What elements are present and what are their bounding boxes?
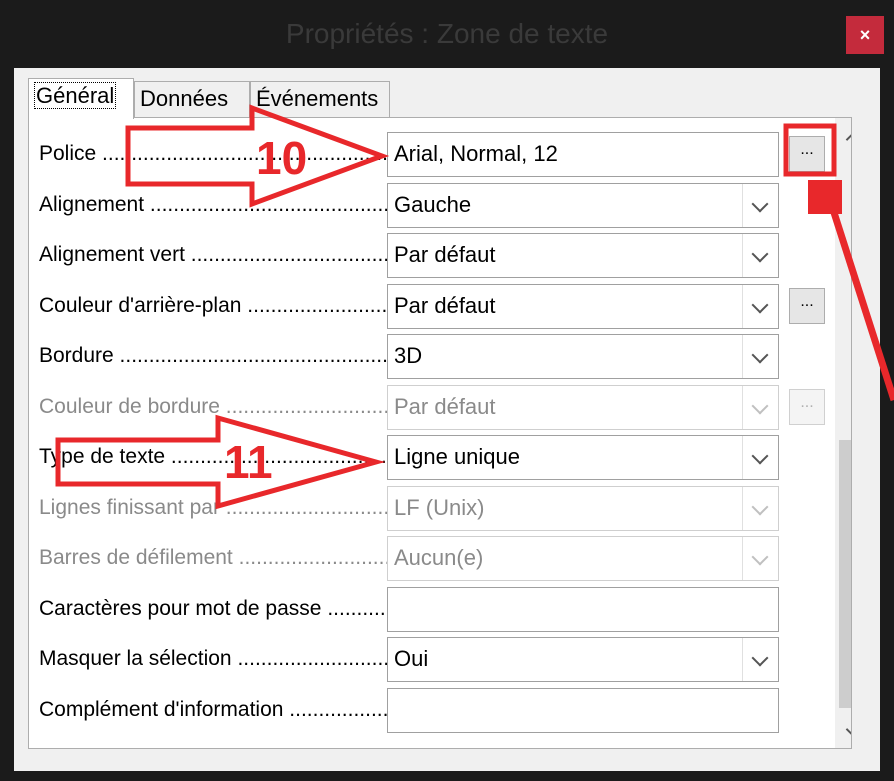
property-label: Lignes finissant par: [39, 496, 397, 526]
property-dropdown: Par défaut: [387, 384, 779, 430]
property-label: Alignement: [39, 193, 397, 223]
tab-evenements-label: Événements: [256, 86, 379, 111]
ellipsis-button: ...: [789, 388, 825, 425]
property-text-input[interactable]: Arial, Normal, 12: [387, 132, 779, 177]
property-label: Bordure: [39, 344, 397, 374]
property-row-couleur-d-arriere-plan: Couleur d'arrière-planPar défaut...: [29, 283, 829, 332]
scrollbar-thumb[interactable]: [839, 440, 851, 708]
property-row-couleur-de-bordure: Couleur de bordurePar défaut...: [29, 384, 829, 433]
property-value: Aucun(e): [394, 545, 484, 570]
dropdown-button[interactable]: [742, 638, 778, 681]
chevron-down-icon: [751, 245, 769, 263]
property-value: Oui: [394, 646, 429, 671]
chevron-down-icon: [751, 195, 769, 212]
property-row-alignement-vert: Alignement vertPar défaut: [29, 233, 829, 281]
property-dropdown[interactable]: Ligne unique: [387, 435, 779, 480]
dropdown-button: [742, 537, 778, 580]
tab-general[interactable]: Général: [28, 78, 134, 119]
dropdown-button[interactable]: [742, 335, 778, 378]
dropdown-button: [742, 385, 778, 429]
property-label: Police: [39, 142, 397, 172]
property-dropdown[interactable]: Gauche: [387, 182, 779, 228]
property-dropdown[interactable]: 3D: [387, 334, 779, 379]
property-label: Couleur d'arrière-plan: [39, 294, 397, 324]
property-row-barres-de-defilement: Barres de défilementAucun(e): [29, 536, 829, 584]
scroll-down-button[interactable]: [835, 714, 851, 748]
property-label: Masquer la sélection: [39, 647, 397, 677]
close-button[interactable]: ×: [846, 16, 884, 54]
property-value: Par défaut: [394, 393, 496, 419]
property-row-complement-d-information: Complément d'information: [29, 687, 829, 736]
property-label: Couleur de bordure: [39, 395, 397, 425]
scroll-up-button[interactable]: [835, 118, 851, 154]
property-row-lignes-finissant-par: Lignes finissant parLF (Unix): [29, 485, 829, 534]
property-dropdown: LF (Unix): [387, 485, 779, 531]
property-value: Ligne unique: [394, 444, 521, 469]
chevron-down-icon: [751, 447, 769, 465]
chevron-down-icon: [751, 498, 769, 515]
dropdown-button[interactable]: [742, 183, 778, 227]
property-value: LF (Unix): [394, 494, 485, 520]
chevron-down-icon: [751, 548, 769, 566]
property-row-bordure: Bordure3D: [29, 334, 829, 382]
dropdown-button[interactable]: [742, 234, 778, 277]
chevron-down-icon: [751, 397, 769, 414]
property-text-input[interactable]: [387, 586, 779, 632]
ellipsis-button[interactable]: ...: [789, 136, 825, 172]
vertical-scrollbar[interactable]: [835, 118, 851, 748]
properties-dialog: Propriétés : Zone de texte × Général Don…: [0, 0, 894, 781]
property-row-police: PoliceArial, Normal, 12...: [29, 132, 829, 180]
property-row-type-de-texte: Type de texteLigne unique: [29, 435, 829, 483]
dialog-body: Général Données Événements PoliceArial, …: [14, 68, 880, 771]
property-label: Complément d'information: [39, 698, 397, 728]
tab-donnees-label: Données: [140, 86, 229, 111]
property-dropdown: Aucun(e): [387, 536, 779, 581]
property-label: Type de texte: [39, 445, 397, 475]
property-value: Gauche: [394, 191, 472, 217]
ellipsis-button[interactable]: ...: [789, 287, 825, 324]
dropdown-button[interactable]: [742, 436, 778, 479]
property-dropdown[interactable]: Oui: [387, 637, 779, 682]
property-row-caracteres-pour-mot-de-passe: Caractères pour mot de passe: [29, 586, 829, 635]
dropdown-button[interactable]: [742, 284, 778, 328]
property-value: Par défaut: [394, 292, 496, 318]
property-value: Par défaut: [394, 242, 496, 267]
property-row-masquer-la-selection: Masquer la sélectionOui: [29, 637, 829, 685]
properties-panel: PoliceArial, Normal, 12...AlignementGauc…: [28, 117, 852, 749]
chevron-down-icon: [751, 649, 769, 667]
chevron-down-icon: [751, 346, 769, 364]
dropdown-button: [742, 486, 778, 530]
property-label: Barres de défilement: [39, 546, 397, 576]
title-bar[interactable]: Propriétés : Zone de texte ×: [0, 0, 894, 68]
property-dropdown[interactable]: Par défaut: [387, 283, 779, 329]
property-value: Arial, Normal, 12: [394, 141, 558, 166]
chevron-down-icon: [751, 296, 769, 313]
property-text-input[interactable]: [387, 687, 779, 733]
property-label: Caractères pour mot de passe: [39, 597, 397, 627]
tab-evenements[interactable]: Événements: [250, 81, 390, 118]
property-dropdown[interactable]: Par défaut: [387, 233, 779, 278]
window-title: Propriétés : Zone de texte: [285, 18, 609, 49]
property-row-alignement: AlignementGauche: [29, 182, 829, 231]
tab-general-label: Général: [34, 82, 117, 109]
property-label: Alignement vert: [39, 243, 397, 273]
tab-donnees[interactable]: Données: [134, 81, 250, 118]
property-value: 3D: [394, 343, 423, 368]
